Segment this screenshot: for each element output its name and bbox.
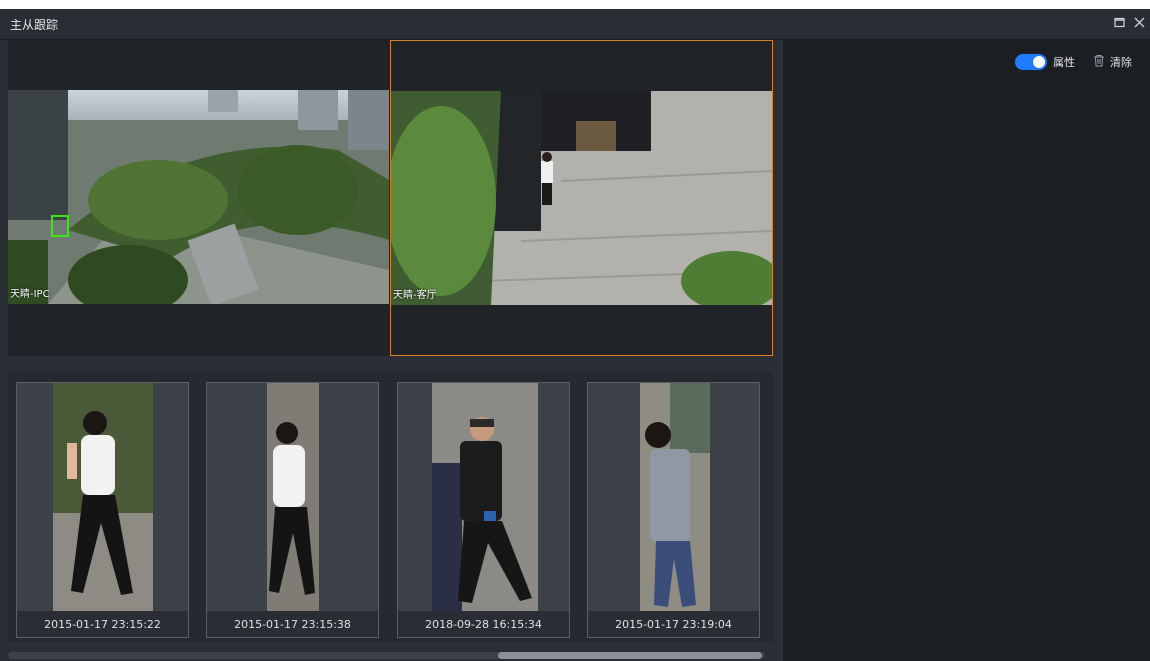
snapshot-timestamp: 2015-01-17 23:15:22	[17, 611, 188, 637]
video-label-master: 天睛-IPC	[10, 289, 50, 300]
snapshot-card[interactable]: 2015-01-17 23:15:22	[16, 382, 189, 638]
close-icon[interactable]	[1132, 15, 1146, 29]
trash-icon	[1093, 54, 1105, 70]
clear-button[interactable]: 清除	[1093, 54, 1132, 70]
snapshot-image	[640, 383, 710, 611]
snapshot-image	[267, 383, 319, 611]
snapshot-image	[53, 383, 153, 611]
window-title: 主从跟踪	[10, 18, 59, 32]
snapshot-card[interactable]: 2015-01-17 23:15:38	[206, 382, 379, 638]
video-frame-master: 天睛-IPC	[8, 90, 389, 304]
title-bar: 主从跟踪	[0, 9, 1150, 40]
tracking-panel: 天睛-IPC 天睛-客厅 2015-01-17 23:15:22 2015-01…	[0, 40, 783, 661]
snapshot-strip: 2015-01-17 23:15:22 2015-01-17 23:15:38	[8, 372, 773, 642]
snapshot-card[interactable]: 2018-09-28 16:15:34	[397, 382, 570, 638]
video-label-slave: 天睛-客厅	[393, 290, 437, 301]
video-area: 天睛-IPC 天睛-客厅	[8, 40, 773, 356]
attribute-toggle[interactable]: 属性	[1015, 54, 1075, 70]
video-frame-slave: 天睛-客厅	[391, 91, 772, 305]
video-pane-master[interactable]: 天睛-IPC	[8, 40, 389, 354]
maximize-icon[interactable]	[1112, 15, 1126, 29]
snapshot-timestamp: 2018-09-28 16:15:34	[398, 611, 569, 637]
snapshot-image	[432, 383, 538, 611]
video-pane-slave[interactable]: 天睛-客厅	[390, 40, 773, 356]
horizontal-scrollbar[interactable]	[8, 652, 765, 659]
clear-label: 清除	[1110, 56, 1132, 69]
top-strip	[0, 0, 1150, 9]
toggle-switch[interactable]	[1015, 54, 1047, 70]
attribute-panel: 属性 清除	[784, 40, 1150, 661]
attribute-toggle-label: 属性	[1053, 56, 1075, 69]
snapshot-card[interactable]: 2015-01-17 23:19:04	[587, 382, 760, 638]
snapshot-timestamp: 2015-01-17 23:19:04	[588, 611, 759, 637]
scrollbar-thumb[interactable]	[498, 652, 762, 659]
attribute-toolbar: 属性 清除	[1015, 54, 1132, 70]
snapshot-timestamp: 2015-01-17 23:15:38	[207, 611, 378, 637]
